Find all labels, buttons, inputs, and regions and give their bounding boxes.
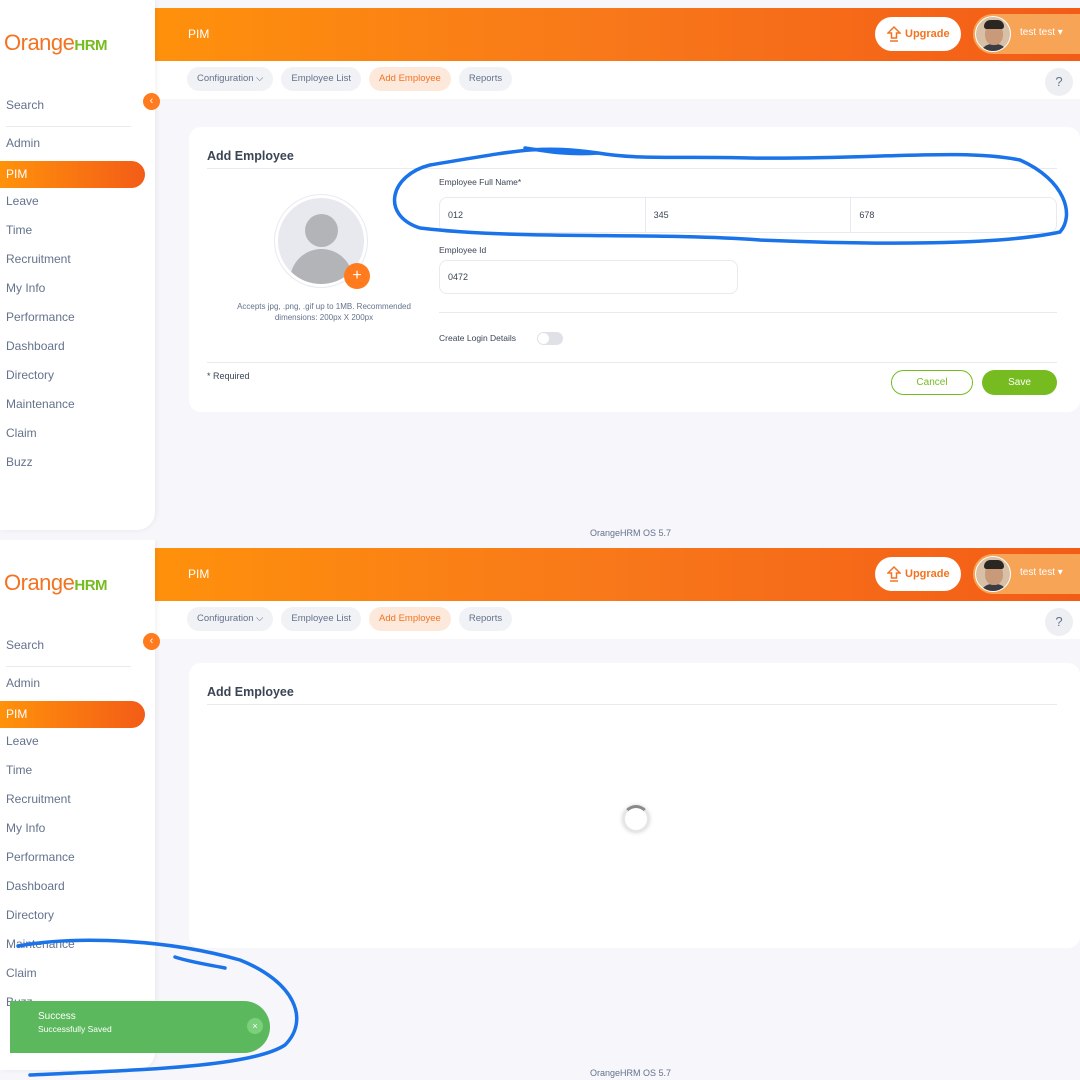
sidebar-item-recruitment[interactable]: Recruitment [0,788,155,817]
sidebar-item-my-info[interactable]: My Info [0,277,155,306]
loading-card: Add Employee [189,663,1080,948]
page-title: PIM [188,27,210,41]
upgrade-button[interactable]: Upgrade [875,557,961,591]
add-photo-button[interactable]: + [344,263,370,289]
sidebar-item-claim[interactable]: Claim [0,422,155,451]
user-menu[interactable]: test test ▾ [973,554,1080,594]
divider [207,168,1057,169]
chevron-left-icon[interactable]: ‹ [143,93,160,110]
toast-message: Successfully Saved [38,1024,112,1034]
tab-add-employee[interactable]: Add Employee [369,67,451,91]
create-login-label: Create Login Details [439,333,517,343]
sidebar-item-time[interactable]: Time [0,759,155,788]
tab-reports[interactable]: Reports [458,67,513,91]
middle-name-input[interactable]: 345 [646,198,852,232]
sidebar-item-dashboard[interactable]: Dashboard [0,875,155,904]
user-name: test test ▾ [1020,567,1063,578]
help-button[interactable]: ? [1045,608,1073,636]
sidebar-menu: Admin PIM Leave Time Recruitment My Info… [0,672,155,1020]
first-name-input[interactable]: 012 [440,198,646,232]
sidebar-item-recruitment[interactable]: Recruitment [0,248,155,277]
upgrade-label: Upgrade [905,568,950,580]
pim-tabs: Configuration ⌵ Employee List Add Employ… [187,607,513,631]
footer-version: OrangeHRM OS 5.7 [590,528,672,538]
cancel-button[interactable]: Cancel [891,370,973,395]
user-menu[interactable]: test test ▾ [973,14,1080,54]
full-name-fields: 012 345 678 [439,197,1057,233]
sidebar-item-leave[interactable]: Leave [0,730,155,759]
tab-add-employee[interactable]: Add Employee [369,607,451,631]
sidebar-item-dashboard[interactable]: Dashboard [0,335,155,364]
sidebar-item-admin[interactable]: Admin [0,132,155,161]
sidebar-item-maintenance[interactable]: Maintenance [0,393,155,422]
sidebar-item-directory[interactable]: Directory [0,364,155,393]
page-title: PIM [188,567,210,581]
close-icon[interactable]: × [247,1018,263,1034]
upgrade-button[interactable]: Upgrade [875,17,961,51]
sidebar-item-leave[interactable]: Leave [0,190,155,219]
sidebar: OrangeHRM Search Admin PIM Leave Time Re… [0,540,155,1070]
tab-employee-list[interactable]: Employee List [281,67,362,91]
upgrade-arrow-icon [887,26,901,42]
card-title: Add Employee [207,149,294,163]
top-bar: PIM Upgrade test test ▾ [130,8,1080,61]
loading-spinner-icon [622,805,650,833]
photo-hint: Accepts jpg, .png, .gif up to 1MB. Recom… [237,302,411,322]
upgrade-label: Upgrade [905,28,950,40]
avatar [975,16,1011,52]
save-button[interactable]: Save [982,370,1057,395]
last-name-input[interactable]: 678 [851,198,1056,232]
sidebar-item-pim[interactable]: PIM [0,701,145,728]
toast-title: Success [38,1011,76,1022]
sidebar-item-performance[interactable]: Performance [0,306,155,335]
help-button[interactable]: ? [1045,68,1073,96]
create-login-toggle[interactable] [537,332,563,345]
caret-down-icon: ▾ [1057,567,1063,578]
sidebar-item-time[interactable]: Time [0,219,155,248]
sidebar-item-pim[interactable]: PIM [0,161,145,188]
required-note: * Required [207,371,250,381]
chevron-down-icon: ⌵ [256,613,264,624]
sidebar: OrangeHRM Search Admin PIM Leave Time Re… [0,0,155,530]
logo: OrangeHRM [4,30,108,55]
tab-employee-list[interactable]: Employee List [281,607,362,631]
card-title: Add Employee [207,685,294,699]
sidebar-item-directory[interactable]: Directory [0,904,155,933]
search-input[interactable]: Search [6,98,131,127]
user-name: test test ▾ [1020,27,1063,38]
caret-down-icon: ▾ [1057,27,1063,38]
top-bar: PIM Upgrade test test ▾ [130,548,1080,601]
pim-tabs: Configuration ⌵ Employee List Add Employ… [187,67,513,91]
search-input[interactable]: Search [6,638,131,667]
sidebar-item-claim[interactable]: Claim [0,962,155,991]
tab-configuration[interactable]: Configuration ⌵ [187,607,274,631]
tab-configuration[interactable]: Configuration ⌵ [187,67,274,91]
employee-id-label: Employee Id [439,245,487,255]
divider [207,362,1057,363]
avatar [975,556,1011,592]
sidebar-item-maintenance[interactable]: Maintenance [0,933,155,962]
logo: OrangeHRM [4,570,108,595]
footer-version: OrangeHRM OS 5.7 [590,1068,672,1078]
saved-screenshot: PIM Upgrade test test ▾ OrangeHRM Search… [0,540,1080,1080]
sidebar-item-buzz[interactable]: Buzz [0,451,155,480]
chevron-left-icon[interactable]: ‹ [143,633,160,650]
sidebar-menu: Admin PIM Leave Time Recruitment My Info… [0,132,155,480]
add-employee-screenshot: PIM Upgrade test test ▾ OrangeHRM Search… [0,0,1080,540]
sidebar-item-performance[interactable]: Performance [0,846,155,875]
employee-id-input[interactable]: 0472 [439,260,738,294]
upgrade-arrow-icon [887,566,901,582]
tab-reports[interactable]: Reports [458,607,513,631]
chevron-down-icon: ⌵ [256,73,264,84]
divider [207,704,1057,705]
add-employee-card: Add Employee + Accepts jpg, .png, .gif u… [189,127,1080,412]
success-toast: Success Successfully Saved × [10,1001,270,1053]
full-name-label: Employee Full Name* [439,177,522,187]
divider [439,312,1057,313]
sidebar-item-my-info[interactable]: My Info [0,817,155,846]
sidebar-item-admin[interactable]: Admin [0,672,155,701]
